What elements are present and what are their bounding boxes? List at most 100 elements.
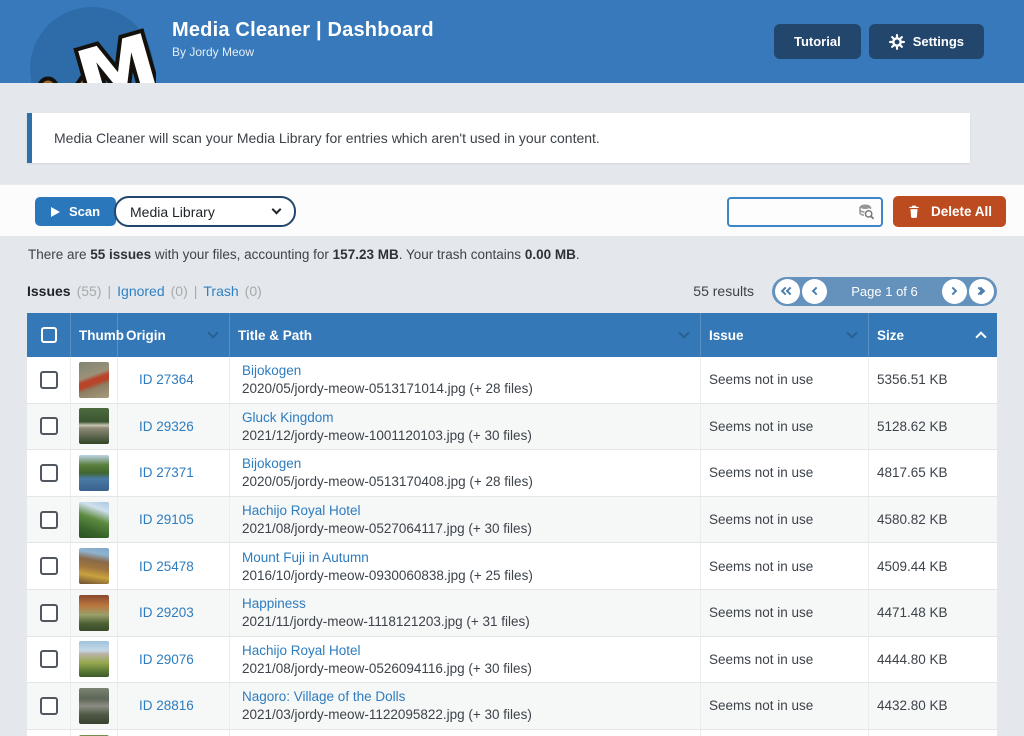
media-title-link[interactable]: Hachijo Royal Hotel — [242, 503, 361, 518]
media-thumbnail — [79, 362, 109, 398]
row-origin-cell: ID 27364 — [117, 357, 229, 403]
issue-status: Seems not in use — [709, 605, 813, 620]
table-row: ID 25478 Mount Fuji in Autumn 2016/10/jo… — [27, 543, 997, 590]
row-checkbox-cell — [27, 543, 70, 589]
first-page-button[interactable] — [775, 279, 800, 304]
media-title-link[interactable]: Hachijo Royal Hotel — [242, 643, 361, 658]
pagination: Page 1 of 6 — [772, 277, 997, 306]
row-checkbox[interactable] — [40, 697, 58, 715]
delete-all-button[interactable]: Delete All — [893, 196, 1006, 227]
row-checkbox-cell — [27, 450, 70, 496]
row-thumb-cell — [70, 637, 117, 683]
row-checkbox[interactable] — [40, 511, 58, 529]
media-title-link[interactable]: Nagoro: Village of the Dolls — [242, 689, 405, 704]
row-issue-cell: Seems not in use — [700, 497, 868, 543]
sort-chevron-down-icon — [846, 327, 857, 338]
media-title-link[interactable]: Happiness — [242, 596, 306, 611]
media-thumbnail — [79, 595, 109, 631]
row-checkbox-cell — [27, 590, 70, 636]
media-id-link[interactable]: ID 25478 — [139, 559, 194, 574]
tab-ignored-count: (0) — [171, 283, 188, 299]
table-row: ID 29076 Hachijo Royal Hotel 2021/08/jor… — [27, 637, 997, 684]
column-issue[interactable]: Issue — [700, 313, 868, 357]
media-id-link[interactable]: ID 29326 — [139, 419, 194, 434]
row-size-cell — [868, 730, 997, 736]
view-tabs: Issues (55) | Ignored (0) | Trash (0) — [27, 283, 262, 299]
sort-chevron-down-icon — [678, 327, 689, 338]
row-issue-cell: Seems not in use — [700, 404, 868, 450]
row-checkbox[interactable] — [40, 604, 58, 622]
row-size-cell: 5356.51 KB — [868, 357, 997, 403]
row-title-cell: Nagoro: Village of the Dolls 2021/03/jor… — [229, 683, 700, 729]
media-id-link[interactable]: ID 28816 — [139, 698, 194, 713]
row-thumb-cell — [70, 357, 117, 403]
results-count: 55 results — [693, 283, 754, 299]
file-size: 5128.62 KB — [877, 419, 948, 434]
column-title-path[interactable]: Title & Path — [229, 313, 700, 357]
tutorial-button[interactable]: Tutorial — [774, 24, 861, 59]
row-size-cell: 4509.44 KB — [868, 543, 997, 589]
settings-button[interactable]: Settings — [869, 24, 984, 59]
media-title-link[interactable]: Gluck Kingdom — [242, 410, 334, 425]
tab-separator: | — [194, 283, 198, 299]
next-page-button[interactable] — [942, 279, 967, 304]
row-thumb-cell — [70, 450, 117, 496]
last-page-button[interactable] — [969, 279, 994, 304]
row-origin-cell: ID 29203 — [117, 590, 229, 636]
sort-chevron-up-icon — [975, 331, 986, 342]
media-file-path: 2021/03/jordy-meow-1122095822.jpg (+ 30 … — [242, 707, 532, 722]
row-thumb-cell — [70, 543, 117, 589]
media-title-link[interactable]: Mount Fuji in Autumn — [242, 550, 369, 565]
table-row: ID 27364 Bijokogen 2020/05/jordy-meow-05… — [27, 357, 997, 404]
tab-issues[interactable]: Issues — [27, 283, 71, 299]
table-header: Thumb Origin Title & Path Issue Size — [27, 313, 997, 357]
row-checkbox[interactable] — [40, 650, 58, 668]
column-origin[interactable]: Origin — [117, 313, 229, 357]
media-id-link[interactable]: ID 29105 — [139, 512, 194, 527]
media-id-link[interactable]: ID 29203 — [139, 605, 194, 620]
row-title-cell — [229, 730, 700, 736]
media-thumbnail — [79, 408, 109, 444]
media-file-path: 2020/05/jordy-meow-0513171014.jpg (+ 28 … — [242, 381, 533, 396]
summary-text: . — [576, 247, 580, 262]
table-row — [27, 730, 997, 736]
row-checkbox[interactable] — [40, 371, 58, 389]
row-checkbox[interactable] — [40, 464, 58, 482]
row-issue-cell: Seems not in use — [700, 590, 868, 636]
media-source-select[interactable]: Media Library — [114, 196, 296, 227]
media-file-path: 2020/05/jordy-meow-0513170408.jpg (+ 28 … — [242, 474, 533, 489]
file-size: 4444.80 KB — [877, 652, 948, 667]
media-title-link[interactable]: Bijokogen — [242, 363, 301, 378]
previous-page-button[interactable] — [802, 279, 827, 304]
row-checkbox[interactable] — [40, 417, 58, 435]
row-thumb-cell — [70, 730, 117, 736]
row-title-cell: Mount Fuji in Autumn 2016/10/jordy-meow-… — [229, 543, 700, 589]
file-size: 4580.82 KB — [877, 512, 948, 527]
media-id-link[interactable]: ID 27371 — [139, 465, 194, 480]
row-thumb-cell — [70, 497, 117, 543]
tab-ignored[interactable]: Ignored — [117, 283, 164, 299]
row-checkbox[interactable] — [40, 557, 58, 575]
media-id-link[interactable]: ID 29076 — [139, 652, 194, 667]
chevron-double-left-icon — [786, 287, 794, 295]
row-thumb-cell — [70, 590, 117, 636]
info-notice: Media Cleaner will scan your Media Libra… — [27, 113, 970, 163]
database-search-icon[interactable] — [856, 203, 876, 221]
issue-status: Seems not in use — [709, 652, 813, 667]
tab-trash[interactable]: Trash — [203, 283, 238, 299]
table-row: ID 28816 Nagoro: Village of the Dolls 20… — [27, 683, 997, 730]
column-size[interactable]: Size — [868, 313, 997, 357]
select-all-checkbox[interactable] — [41, 327, 57, 343]
column-origin-label: Origin — [126, 328, 166, 343]
media-file-path: 2021/11/jordy-meow-1118121203.jpg (+ 31 … — [242, 614, 530, 629]
table-body: ID 27364 Bijokogen 2020/05/jordy-meow-05… — [27, 357, 997, 736]
row-size-cell: 5128.62 KB — [868, 404, 997, 450]
scan-button[interactable]: Scan — [35, 197, 116, 226]
media-title-link[interactable]: Bijokogen — [242, 456, 301, 471]
search-input[interactable] — [729, 199, 856, 225]
page-indicator: Page 1 of 6 — [828, 284, 941, 299]
summary-text: . Your trash contains — [399, 247, 525, 262]
row-size-cell: 4432.80 KB — [868, 683, 997, 729]
trash-size: 0.00 MB — [525, 247, 576, 262]
media-id-link[interactable]: ID 27364 — [139, 372, 194, 387]
